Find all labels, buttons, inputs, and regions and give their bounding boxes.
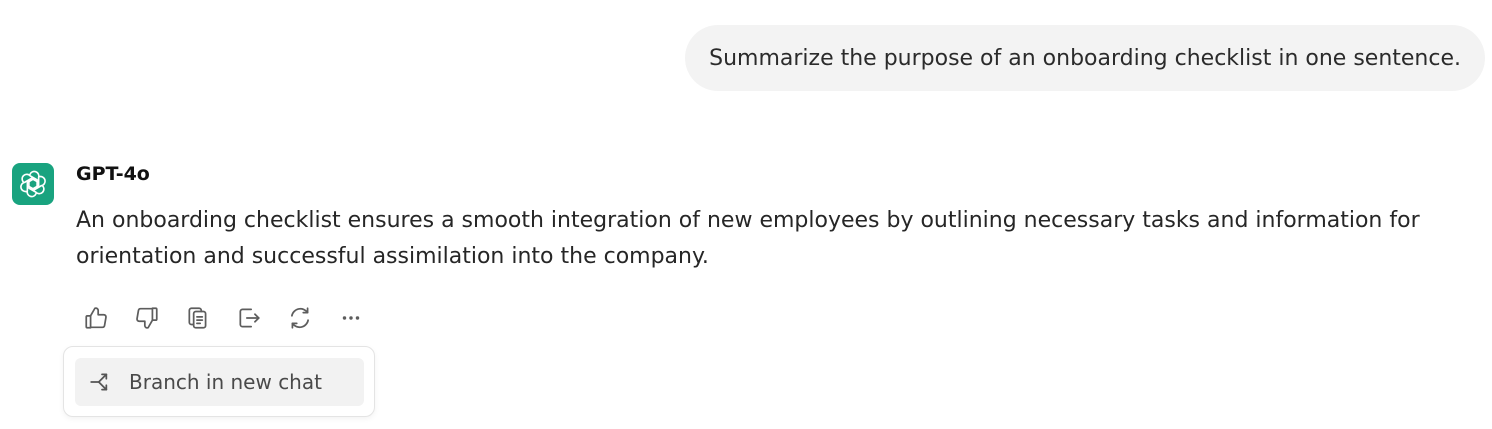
copy-button[interactable] [178,300,218,336]
user-message-text: Summarize the purpose of an onboarding c… [709,45,1461,71]
model-name: GPT-4o [76,163,150,185]
regenerate-button[interactable] [280,300,320,336]
user-message-bubble: Summarize the purpose of an onboarding c… [685,25,1485,91]
share-button[interactable] [229,300,269,336]
thumbs-up-button[interactable] [76,300,116,336]
branch-in-new-chat-item[interactable]: Branch in new chat [75,358,364,406]
branch-in-new-chat-label: Branch in new chat [129,370,322,394]
assistant-avatar [12,163,54,205]
chat-page: Summarize the purpose of an onboarding c… [0,0,1492,429]
assistant-reply: An onboarding checklist ensures a smooth… [76,208,1420,269]
thumbs-down-icon [136,307,158,329]
branch-icon [90,373,108,391]
openai-logo-icon [20,170,46,198]
thumbs-down-button[interactable] [127,300,167,336]
more-options-menu: Branch in new chat [63,346,375,417]
more-options-icon [342,316,360,320]
share-icon [239,308,260,328]
more-options-button[interactable] [331,300,371,336]
message-action-bar [76,300,382,336]
thumbs-up-icon [85,307,107,329]
copy-icon [188,307,207,329]
regenerate-icon [291,307,309,329]
